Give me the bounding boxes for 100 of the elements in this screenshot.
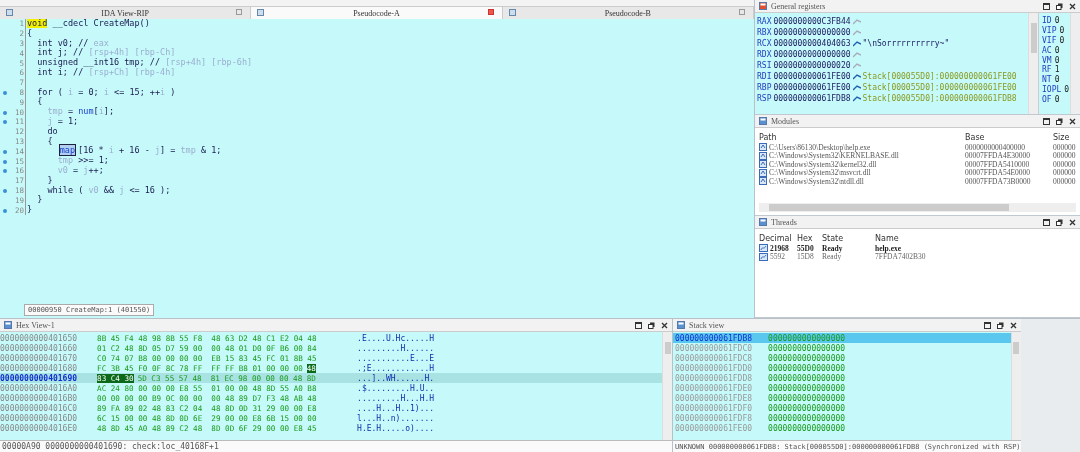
register-detail: Stack[000055D0]:000000000061FE00 — [862, 83, 1017, 92]
hex-ascii: .$.........H.U.. — [357, 383, 435, 393]
breakpoint-dot-icon[interactable] — [3, 159, 7, 164]
register-value[interactable]: 0000000000000000 — [773, 28, 851, 37]
hex-ascii: ....H...H..1)... — [357, 403, 435, 413]
hex-status: 00000A90 0000000000401690: check:loc_40168F+1 — [2, 442, 219, 451]
panel-title: Hex View-1 — [16, 320, 55, 330]
column-header[interactable]: Path — [759, 131, 965, 143]
stack-address: 000000000061FDB8 — [675, 333, 753, 343]
register-value[interactable]: 000000000061FE00 — [773, 72, 851, 81]
stack-icon — [677, 321, 685, 329]
flag-name: NT — [1042, 75, 1052, 85]
restore-icon[interactable] — [1056, 117, 1063, 125]
maximize-icon[interactable] — [1043, 117, 1050, 125]
column-header[interactable]: State — [822, 232, 875, 244]
tab[interactable]: IDA View-RIP — [0, 7, 252, 19]
panel-title: Stack view — [689, 320, 725, 330]
flag-value: 0 — [1054, 16, 1060, 26]
code-line: tmp = num[i]; — [47, 106, 115, 117]
breakpoint-dot-icon[interactable] — [3, 208, 7, 213]
register-value[interactable]: 0000000000C3FB44 — [773, 17, 851, 26]
hex-address: 00000000004016A0 — [0, 383, 78, 393]
close-icon[interactable] — [1069, 117, 1076, 125]
threads-icon — [759, 218, 767, 226]
flag-name: AC — [1042, 45, 1052, 55]
scrollbar[interactable] — [1010, 332, 1021, 440]
maximize-icon[interactable] — [1043, 2, 1050, 10]
maximize-icon[interactable] — [635, 321, 642, 329]
hex-ascii: .;E............H — [357, 363, 435, 373]
stack-address: 000000000061FDF8 — [675, 413, 753, 423]
stack-row[interactable]: 000000000061FDB8 0000000000000000 — [673, 333, 1011, 343]
code-line: { — [27, 27, 33, 38]
tab[interactable]: Pseudocode-B — [502, 7, 754, 19]
code-line: do — [47, 125, 58, 136]
code-line: int v0; // eax — [37, 37, 109, 48]
restore-icon[interactable] — [1056, 218, 1063, 226]
hex-ascii: .E....U.Hc.....H — [357, 333, 435, 343]
hex-address: 00000000004016D0 — [0, 413, 78, 423]
flag-value: 0 — [1054, 45, 1060, 55]
register-detail: Stack[000055D0]:000000000061FDB8 — [862, 94, 1017, 103]
stack-address: 000000000061FDC8 — [675, 353, 753, 363]
register-detail: "\nSorrrrrrrrrry~" — [862, 39, 950, 48]
column-header[interactable]: Size — [1053, 131, 1076, 143]
restore-icon[interactable] — [996, 321, 1004, 329]
hex-address: 00000000004016B0 — [0, 393, 78, 403]
hex-ascii: .........H...... — [357, 343, 435, 353]
breakpoint-dot-icon[interactable] — [3, 120, 7, 125]
code-line: } — [47, 174, 53, 185]
stack-value: 0000000000000000 — [768, 363, 846, 373]
register-detail: Stack[000055D0]:000000000061FE00 — [862, 72, 1017, 81]
close-icon[interactable] — [487, 9, 494, 15]
register-value[interactable]: 000000000061FE00 — [773, 83, 851, 92]
thread-icon — [759, 244, 768, 253]
register-name: RBX — [757, 28, 772, 37]
flag-name: ID — [1042, 16, 1052, 26]
register-value[interactable]: 0000000000000000 — [773, 50, 851, 59]
flag-name: RF — [1042, 65, 1052, 75]
breakpoint-dot-icon[interactable] — [3, 149, 7, 154]
close-icon[interactable] — [1009, 321, 1017, 329]
breakpoint-dot-icon[interactable] — [3, 169, 7, 174]
hex-address: 00000000004016C0 — [0, 403, 78, 413]
flag-name: IOPL — [1042, 84, 1062, 94]
register-name: RCX — [757, 39, 772, 48]
close-icon[interactable] — [1069, 2, 1076, 10]
stack-value: 0000000000000000 — [768, 393, 846, 403]
flag-value: 0 — [1054, 75, 1060, 85]
hex-ascii: ...]..WH......H. — [357, 373, 435, 383]
code-line: j = 1; — [47, 115, 79, 126]
flag-value: 0 — [1054, 94, 1060, 104]
column-header[interactable]: Decimal — [759, 232, 797, 244]
column-header[interactable]: Name — [875, 232, 1076, 244]
scrollbar[interactable] — [759, 203, 1076, 212]
stack-value: 0000000000000000 — [768, 403, 846, 413]
code-line: { — [37, 96, 43, 107]
maximize-icon[interactable] — [1043, 218, 1050, 226]
register-value[interactable]: 000000000061FDB8 — [773, 94, 851, 103]
maximize-icon[interactable] — [983, 321, 991, 329]
restore-icon[interactable] — [648, 321, 655, 329]
breakpoint-dot-icon[interactable] — [3, 188, 7, 193]
flag-name: OF — [1042, 94, 1052, 104]
close-icon[interactable] — [1069, 218, 1076, 226]
breakpoint-dot-icon[interactable] — [3, 110, 7, 115]
restore-icon[interactable] — [1056, 2, 1063, 10]
register-name: RDX — [757, 50, 772, 59]
breakpoint-dot-icon[interactable] — [3, 90, 7, 95]
register-name: RDI — [757, 72, 772, 81]
register-value[interactable]: 0000000000404063 — [773, 39, 851, 48]
scrollbar[interactable] — [1070, 13, 1080, 114]
column-header[interactable]: Hex — [797, 232, 822, 244]
register-value[interactable]: 0000000000000020 — [773, 61, 851, 70]
hex-ascii: ...........E...E — [357, 353, 435, 363]
scrollbar[interactable] — [662, 332, 672, 440]
flag-name: VIF — [1042, 36, 1057, 45]
code-line: } — [27, 204, 33, 215]
column-header[interactable]: Base — [965, 131, 1053, 143]
scrollbar[interactable] — [1028, 13, 1038, 114]
tab[interactable]: Pseudocode-A — [251, 7, 503, 19]
close-icon[interactable] — [661, 321, 668, 329]
thread-icon — [759, 252, 768, 261]
stack-address: 000000000061FDD8 — [675, 373, 753, 383]
